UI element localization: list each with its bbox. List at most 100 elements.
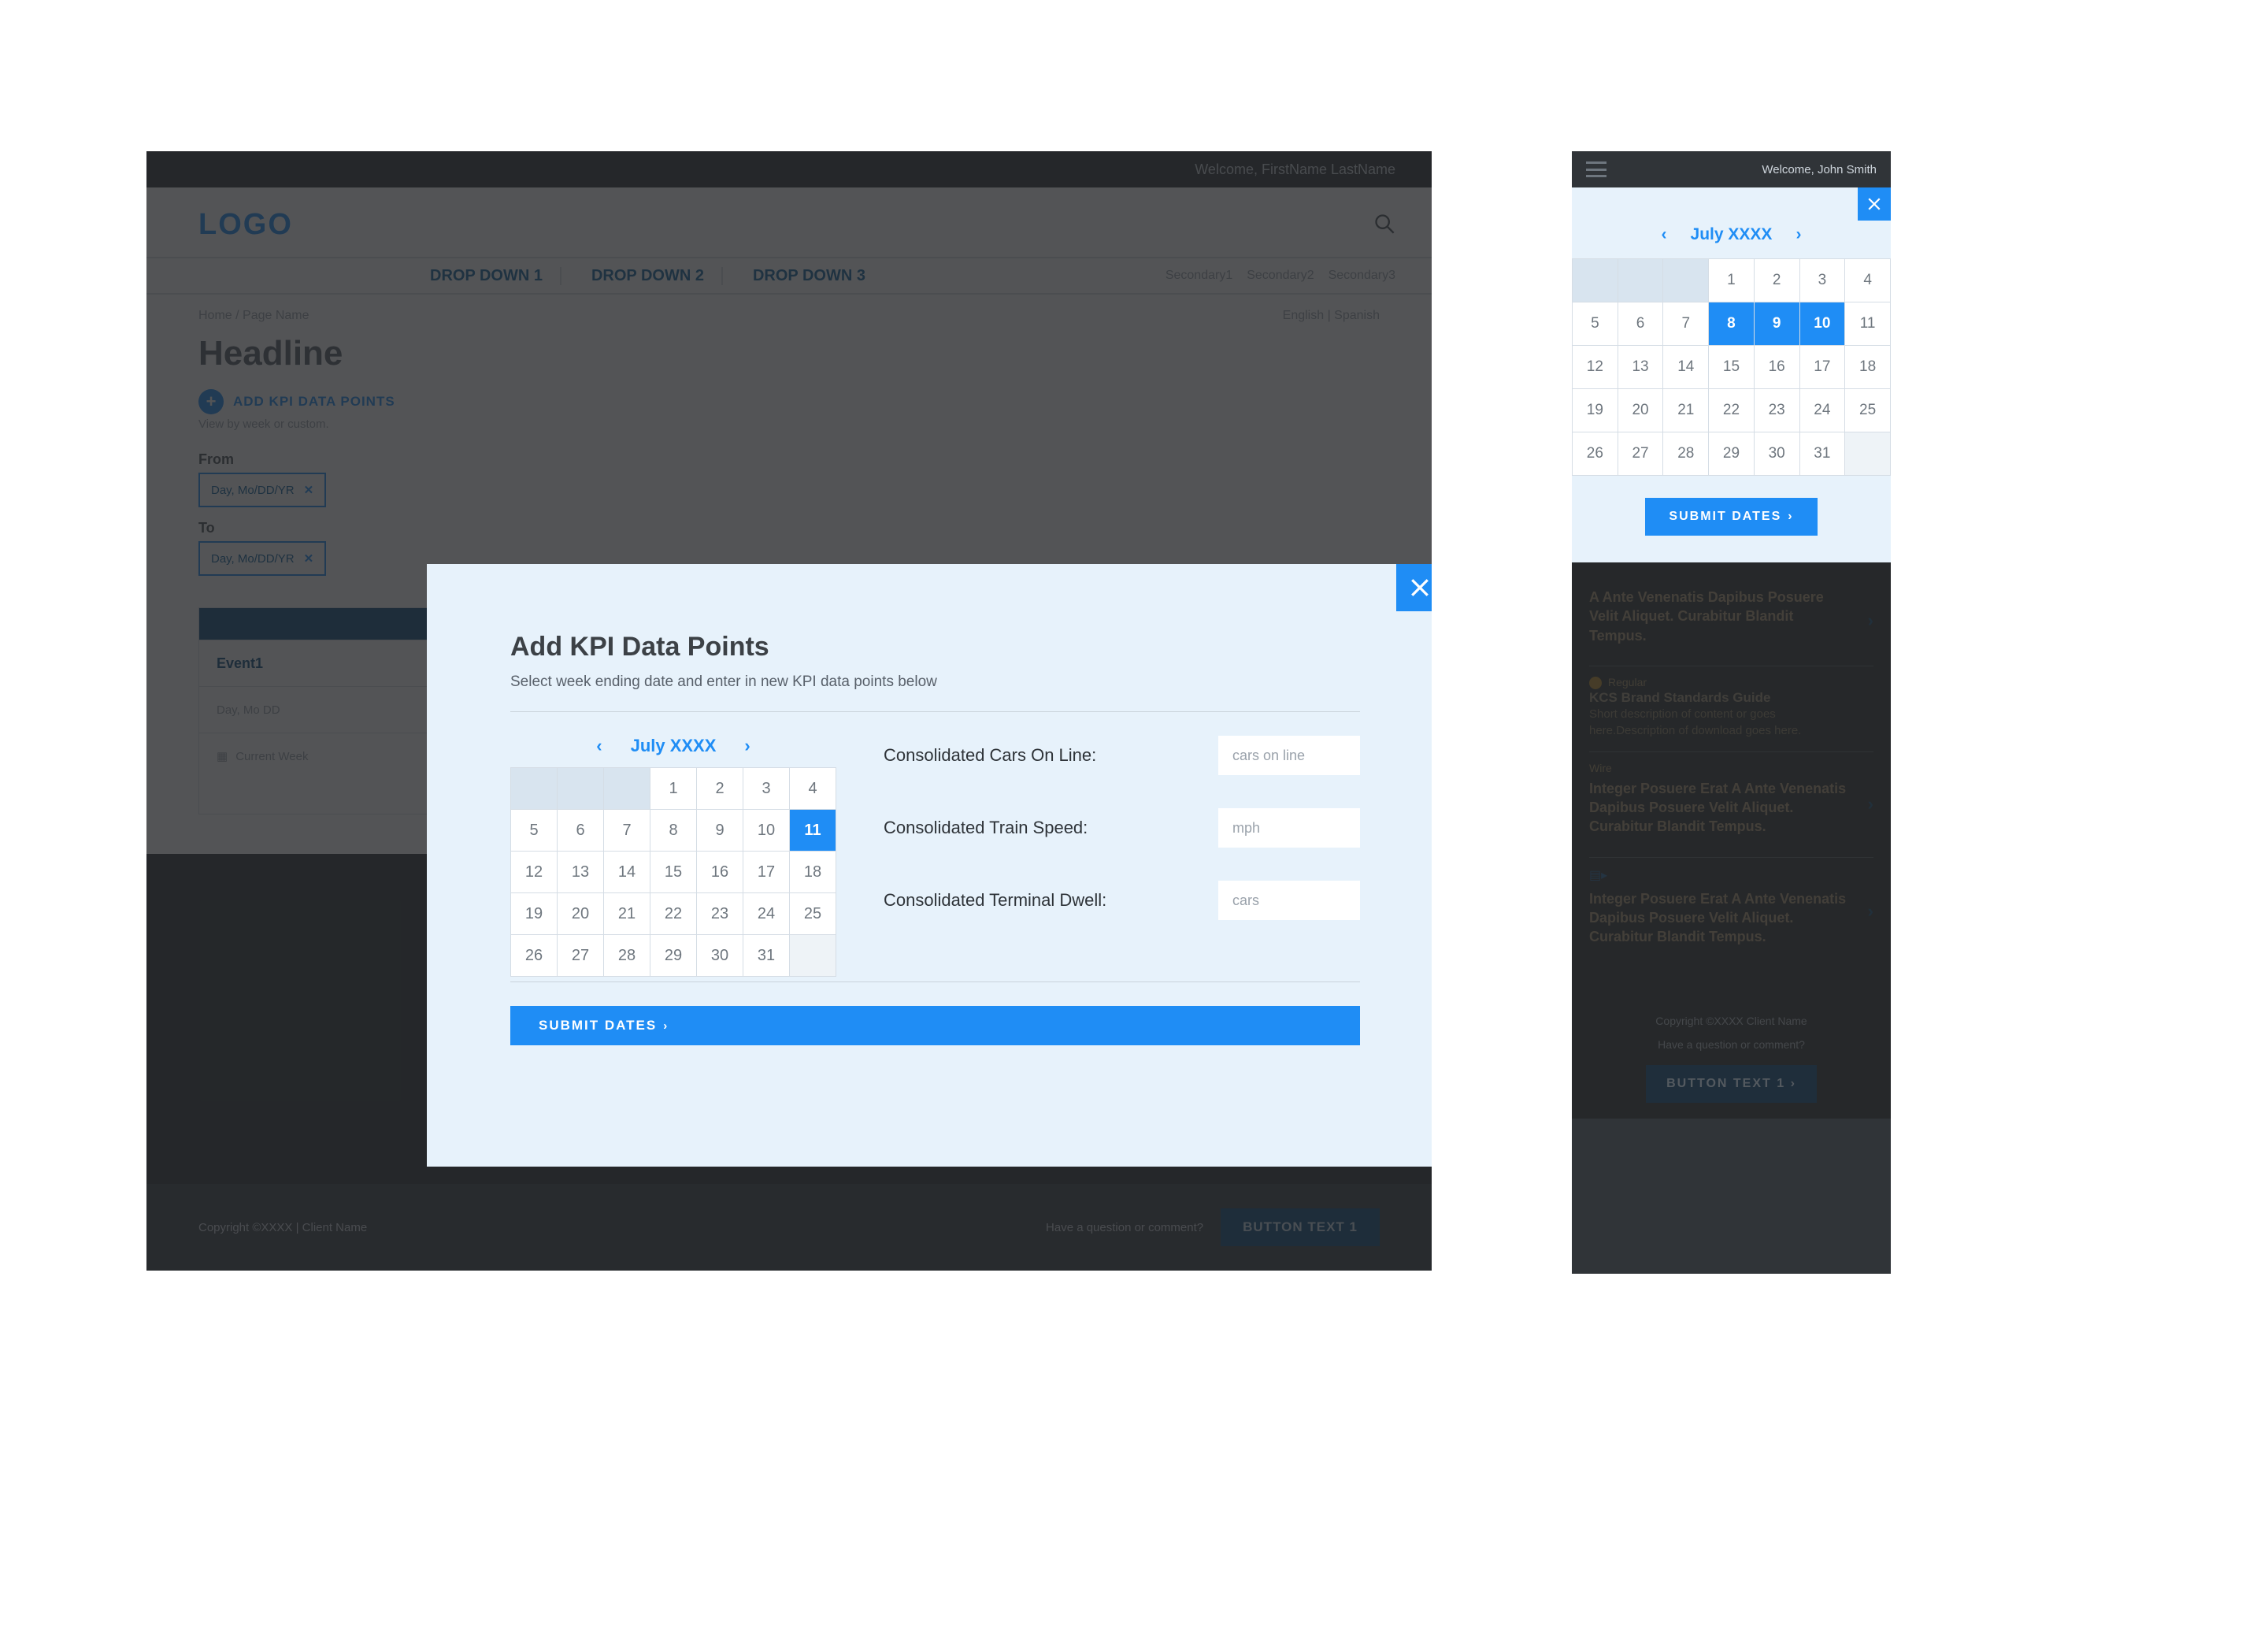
modal-close-button[interactable] [1396,564,1432,611]
calendar-day[interactable]: 15 [650,852,697,893]
calendar-day[interactable]: 27 [1618,432,1663,476]
calendar-day[interactable]: 17 [1799,346,1845,389]
mobile-footer-button[interactable]: BUTTON TEXT 1 › [1646,1065,1817,1103]
calendar-day[interactable]: 13 [1618,346,1663,389]
calendar-day[interactable]: 24 [743,893,790,935]
calendar-day[interactable]: 4 [790,768,836,810]
desktop-viewport: Welcome, FirstName LastName LOGO DROP DO… [146,151,1432,1271]
calendar-day[interactable]: 31 [743,935,790,977]
calendar-day[interactable]: 1 [1709,259,1755,302]
mobile-calendar-grid: 1234567891011121314151617181920212223242… [1572,258,1891,476]
calendar-day [558,768,604,810]
calendar-day[interactable]: 17 [743,852,790,893]
calendar-day[interactable]: 6 [1618,302,1663,346]
calendar-day[interactable]: 30 [1754,432,1799,476]
calendar-day[interactable]: 11 [790,810,836,852]
calendar-day[interactable]: 5 [1573,302,1618,346]
input-terminal-dwell[interactable]: cars [1218,881,1360,920]
mobile-kpi-modal: ‹ July XXXX › 12345678910111213141516171… [1572,187,1891,562]
calendar-day[interactable]: 28 [1663,432,1709,476]
calendar-day [1618,259,1663,302]
calendar-day[interactable]: 9 [697,810,743,852]
calendar-day[interactable]: 15 [1709,346,1755,389]
calendar-day[interactable]: 18 [1845,346,1891,389]
list-item[interactable]: Regular KCS Brand Standards Guide Short … [1589,666,1873,751]
badge-icon [1589,677,1602,689]
calendar-day[interactable]: 20 [1618,389,1663,432]
calendar-day[interactable]: 7 [1663,302,1709,346]
divider [510,711,1360,712]
calendar-day[interactable]: 16 [697,852,743,893]
calendar-day[interactable]: 9 [1754,302,1799,346]
calendar-day[interactable]: 29 [650,935,697,977]
calendar-day[interactable]: 14 [1663,346,1709,389]
calendar-day[interactable]: 11 [1845,302,1891,346]
calendar-day[interactable]: 23 [1754,389,1799,432]
calendar-day[interactable]: 26 [511,935,558,977]
calendar-grid: 1234567891011121314151617181920212223242… [510,767,836,977]
calendar-day[interactable]: 2 [1754,259,1799,302]
calendar-day [511,768,558,810]
mobile-modal-close-button[interactable] [1858,187,1891,221]
calendar-day[interactable]: 28 [604,935,650,977]
calendar-day[interactable]: 8 [1709,302,1755,346]
prev-month-button[interactable]: ‹ [596,736,602,756]
calendar-day[interactable]: 29 [1709,432,1755,476]
calendar-day[interactable]: 25 [790,893,836,935]
mobile-next-month-button[interactable]: › [1796,225,1801,244]
field-label-cars-on-line: Consolidated Cars On Line: [884,745,1096,766]
calendar-day[interactable]: 18 [790,852,836,893]
calendar-day[interactable]: 22 [650,893,697,935]
divider [510,981,1360,982]
calendar-day[interactable]: 14 [604,852,650,893]
calendar-day[interactable]: 23 [697,893,743,935]
calendar-day[interactable]: 3 [1799,259,1845,302]
mobile-calendar-month-label: July XXXX [1691,225,1773,244]
input-train-speed[interactable]: mph [1218,808,1360,848]
chevron-right-icon: › [663,1019,669,1033]
mobile-content: A Ante Venenatis Dapibus Posuere Velit A… [1572,562,1891,999]
calendar-day[interactable]: 30 [697,935,743,977]
mobile-welcome-text: Welcome, John Smith [1762,163,1877,176]
calendar-day[interactable]: 1 [650,768,697,810]
calendar-day[interactable]: 21 [604,893,650,935]
calendar-day[interactable]: 5 [511,810,558,852]
modal-title: Add KPI Data Points [510,632,1360,662]
input-cars-on-line[interactable]: cars on line [1218,736,1360,775]
calendar-day[interactable]: 7 [604,810,650,852]
calendar-day[interactable]: 27 [558,935,604,977]
calendar-day[interactable]: 10 [743,810,790,852]
mobile-submit-dates-button[interactable]: SUBMIT DATES › [1645,498,1817,536]
calendar-day[interactable]: 12 [511,852,558,893]
calendar-day[interactable]: 19 [511,893,558,935]
calendar-day[interactable]: 16 [1754,346,1799,389]
calendar-day[interactable]: 26 [1573,432,1618,476]
mobile-prev-month-button[interactable]: ‹ [1662,225,1667,244]
list-item[interactable]: Wire Integer Posuere Erat A Ante Venenat… [1589,751,1873,857]
calendar-day[interactable]: 2 [697,768,743,810]
calendar-day[interactable]: 6 [558,810,604,852]
calendar-day[interactable]: 21 [1663,389,1709,432]
calendar-day[interactable]: 24 [1799,389,1845,432]
list-item[interactable]: A Ante Venenatis Dapibus Posuere Velit A… [1589,573,1873,666]
calendar-day[interactable]: 22 [1709,389,1755,432]
list-item[interactable]: ▤▸ Integer Posuere Erat A Ante Venenatis… [1589,857,1873,967]
chevron-right-icon: › [1868,610,1873,631]
next-month-button[interactable]: › [744,736,750,756]
calendar-day[interactable]: 13 [558,852,604,893]
calendar-day[interactable]: 10 [1799,302,1845,346]
calendar-day[interactable]: 20 [558,893,604,935]
calendar-day[interactable]: 31 [1799,432,1845,476]
mobile-footer-question: Have a question or comment? [1586,1038,1877,1051]
calendar-day[interactable]: 19 [1573,389,1618,432]
chevron-right-icon: › [1868,794,1873,814]
submit-dates-button[interactable]: SUBMIT DATES › [510,1006,1360,1045]
hamburger-icon[interactable] [1586,161,1606,177]
calendar-day[interactable]: 4 [1845,259,1891,302]
calendar-day[interactable]: 3 [743,768,790,810]
field-label-terminal-dwell: Consolidated Terminal Dwell: [884,890,1106,911]
calendar-day[interactable]: 8 [650,810,697,852]
mobile-footer-copyright: Copyright ©XXXX Client Name [1586,1015,1877,1027]
calendar-day[interactable]: 12 [1573,346,1618,389]
calendar-day[interactable]: 25 [1845,389,1891,432]
